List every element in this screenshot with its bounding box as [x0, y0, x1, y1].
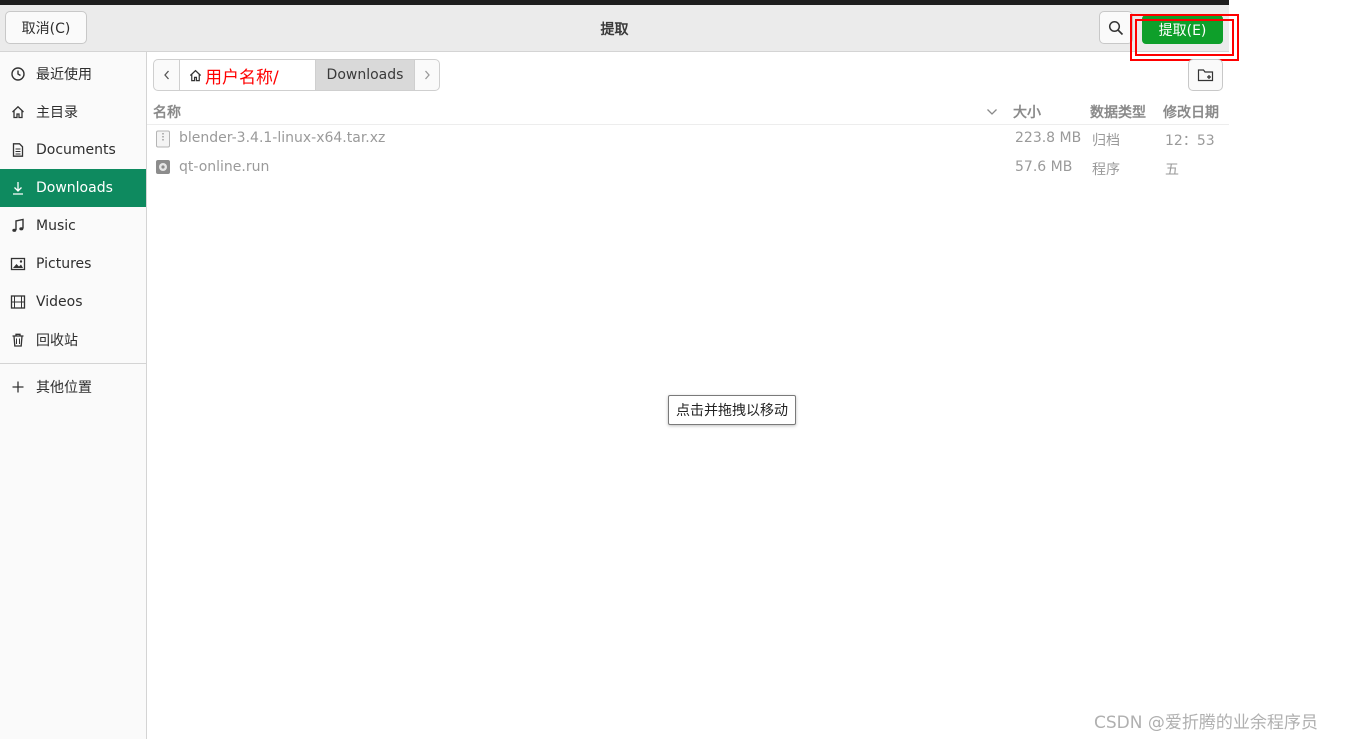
column-header-name[interactable]: 名称: [153, 102, 181, 122]
path-forward-button[interactable]: [414, 59, 440, 91]
sidebar-item-other-locations[interactable]: 其他位置: [0, 368, 146, 406]
dialog-title: 提取: [600, 22, 629, 38]
header-bar[interactable]: 取消(C) 提取 提取(E): [0, 5, 1239, 61]
file-name: qt-online.run: [179, 159, 270, 175]
extract-button[interactable]: 提取(E): [1142, 15, 1223, 44]
file-type: 归档: [1092, 133, 1120, 149]
sidebar-item-recent[interactable]: 最近使用: [0, 55, 146, 93]
file-row[interactable]: qt-online.run 57.6 MB 程序 五: [147, 154, 1229, 182]
column-header-size[interactable]: 大小: [1013, 102, 1041, 122]
chevron-left-icon: [163, 70, 169, 80]
file-modified: 12：53: [1165, 133, 1215, 149]
drag-tooltip: 点击并拖拽以移动: [668, 395, 796, 425]
home-icon: [0, 104, 36, 120]
new-folder-button[interactable]: [1188, 59, 1223, 91]
download-icon: [0, 180, 36, 196]
home-icon: [189, 69, 202, 81]
sidebar-divider: [0, 363, 146, 364]
sidebar-item-label: Music: [36, 218, 76, 234]
column-header-type[interactable]: 数据类型: [1090, 102, 1146, 122]
search-button[interactable]: [1099, 11, 1133, 44]
path-segment-home[interactable]: 用户名称/: [179, 59, 316, 91]
sidebar-item-label: Videos: [36, 294, 83, 310]
clock-icon: [0, 66, 36, 82]
plus-icon: [0, 379, 36, 395]
sidebar-item-music[interactable]: Music: [0, 207, 146, 245]
sidebar-item-videos[interactable]: Videos: [0, 283, 146, 321]
archive-icon: [155, 130, 171, 152]
sidebar-item-trash[interactable]: 回收站: [0, 321, 146, 359]
sidebar-item-label: 最近使用: [36, 67, 92, 83]
username-annotation: 用户名称/: [205, 67, 279, 88]
file-type: 程序: [1092, 162, 1120, 178]
column-headers: 名称 大小 数据类型 修改日期: [147, 98, 1229, 125]
executable-icon: [155, 159, 171, 179]
column-header-modified[interactable]: 修改日期: [1163, 102, 1219, 122]
file-row[interactable]: blender-3.4.1-linux-x64.tar.xz 223.8 MB …: [147, 125, 1229, 153]
file-name: blender-3.4.1-linux-x64.tar.xz: [179, 130, 386, 146]
file-chooser-dialog: 取消(C) 提取 提取(E) 最近使用 主目录 Documents Downlo…: [0, 0, 1239, 739]
trash-icon: [0, 332, 36, 348]
sidebar-item-label: Pictures: [36, 256, 92, 272]
file-size: 57.6 MB: [1015, 159, 1073, 175]
sidebar-item-documents[interactable]: Documents: [0, 131, 146, 169]
sidebar-item-label: 回收站: [36, 333, 78, 349]
sidebar-item-label: 其他位置: [36, 380, 92, 396]
sidebar-item-home[interactable]: 主目录: [0, 93, 146, 131]
document-icon: [0, 142, 36, 158]
chevron-right-icon: [425, 70, 430, 80]
watermark-text: CSDN @爱折腾的业余程序员: [1094, 713, 1318, 733]
path-segment-downloads[interactable]: Downloads: [315, 59, 415, 91]
file-size: 223.8 MB: [1015, 130, 1082, 146]
file-modified: 五: [1165, 162, 1179, 178]
sidebar-item-pictures[interactable]: Pictures: [0, 245, 146, 283]
picture-icon: [0, 256, 36, 272]
chevron-down-icon[interactable]: [986, 105, 998, 121]
new-folder-icon: [1197, 69, 1213, 82]
music-note-icon: [0, 218, 36, 234]
sidebar-item-label: Documents: [36, 142, 116, 158]
sidebar-item-downloads[interactable]: Downloads: [0, 169, 146, 207]
search-icon: [1108, 20, 1124, 35]
film-icon: [0, 294, 36, 310]
path-back-button[interactable]: [153, 59, 180, 91]
sidebar-item-label: 主目录: [36, 105, 78, 121]
places-sidebar: 最近使用 主目录 Documents Downloads Music Pictu…: [0, 52, 147, 739]
sidebar-item-label: Downloads: [36, 180, 113, 196]
